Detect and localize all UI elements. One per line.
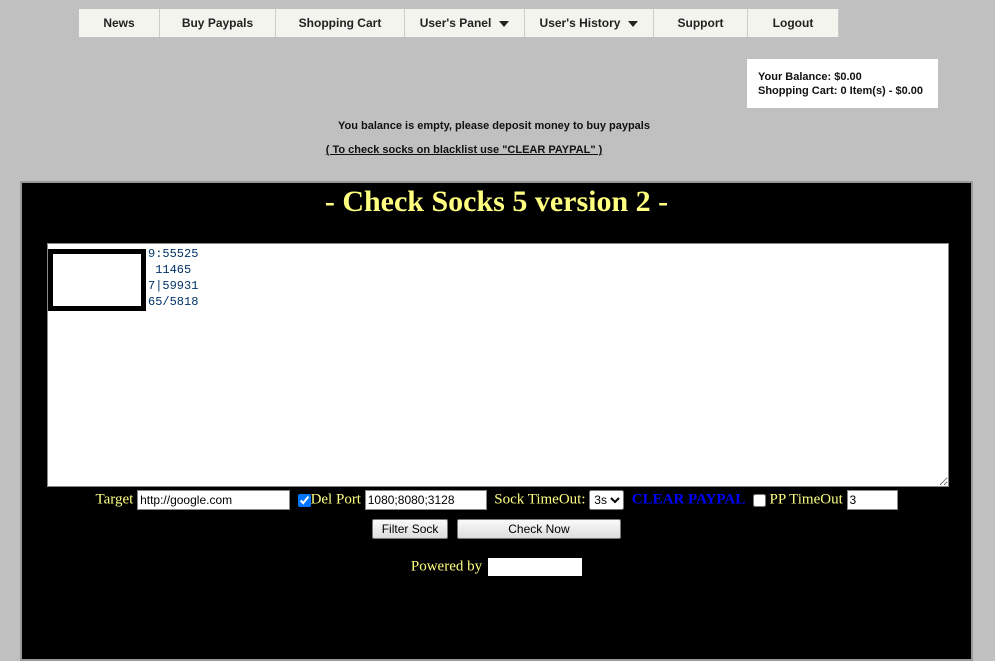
checker-title: - Check Socks 5 version 2 -: [324, 185, 669, 218]
socks-textarea[interactable]: 9:55525 11465 7|59931 65/5818: [47, 243, 949, 487]
del-port-input[interactable]: [364, 490, 487, 510]
chevron-down-icon: [499, 20, 510, 27]
powered-by-label: Powered by: [410, 558, 483, 575]
top-nav: News Buy Paypals Shopping Cart User's Pa…: [79, 9, 839, 37]
del-port-checkbox[interactable]: [297, 493, 311, 507]
nav-users-panel[interactable]: User's Panel: [405, 9, 525, 37]
pp-timeout-label: PP TimeOut: [769, 491, 843, 508]
nav-support[interactable]: Support: [654, 9, 748, 37]
redacted-box: [48, 249, 146, 311]
nav-logout[interactable]: Logout: [748, 9, 839, 37]
balance-text: Your Balance: $0.00: [758, 71, 862, 83]
nav-buy-paypals[interactable]: Buy Paypals: [160, 9, 276, 37]
chevron-down-icon: [628, 20, 639, 27]
clear-paypal-link[interactable]: CLEAR PAYPAL: [632, 491, 745, 507]
target-label: Target: [95, 491, 134, 508]
target-input[interactable]: [137, 490, 291, 510]
check-now-button[interactable]: Check Now: [456, 519, 621, 539]
pp-timeout-checkbox[interactable]: [752, 493, 766, 507]
nav-users-history[interactable]: User's History: [525, 9, 654, 37]
cart-text: Shopping Cart: 0 Item(s) - $0.00: [758, 85, 924, 97]
pp-timeout-input[interactable]: [846, 490, 898, 510]
nav-shopping-cart[interactable]: Shopping Cart: [276, 9, 405, 37]
sock-timeout-label: Sock TimeOut:: [494, 491, 586, 508]
del-port-label: Del Port: [310, 491, 361, 508]
empty-balance-message: You balance is empty, please deposit mon…: [338, 120, 650, 132]
redacted-box: [488, 558, 583, 576]
blacklist-link[interactable]: ( To check socks on blacklist use "CLEAR…: [0, 144, 958, 156]
sock-checker-panel: - Check Socks 5 version 2 - 9:55525 1146…: [20, 181, 973, 661]
balance-box: Your Balance: $0.00 Shopping Cart: 0 Ite…: [747, 59, 938, 108]
sock-timeout-select[interactable]: 3s: [589, 490, 625, 510]
filter-sock-button[interactable]: Filter Sock: [372, 519, 449, 539]
nav-news[interactable]: News: [79, 9, 160, 37]
